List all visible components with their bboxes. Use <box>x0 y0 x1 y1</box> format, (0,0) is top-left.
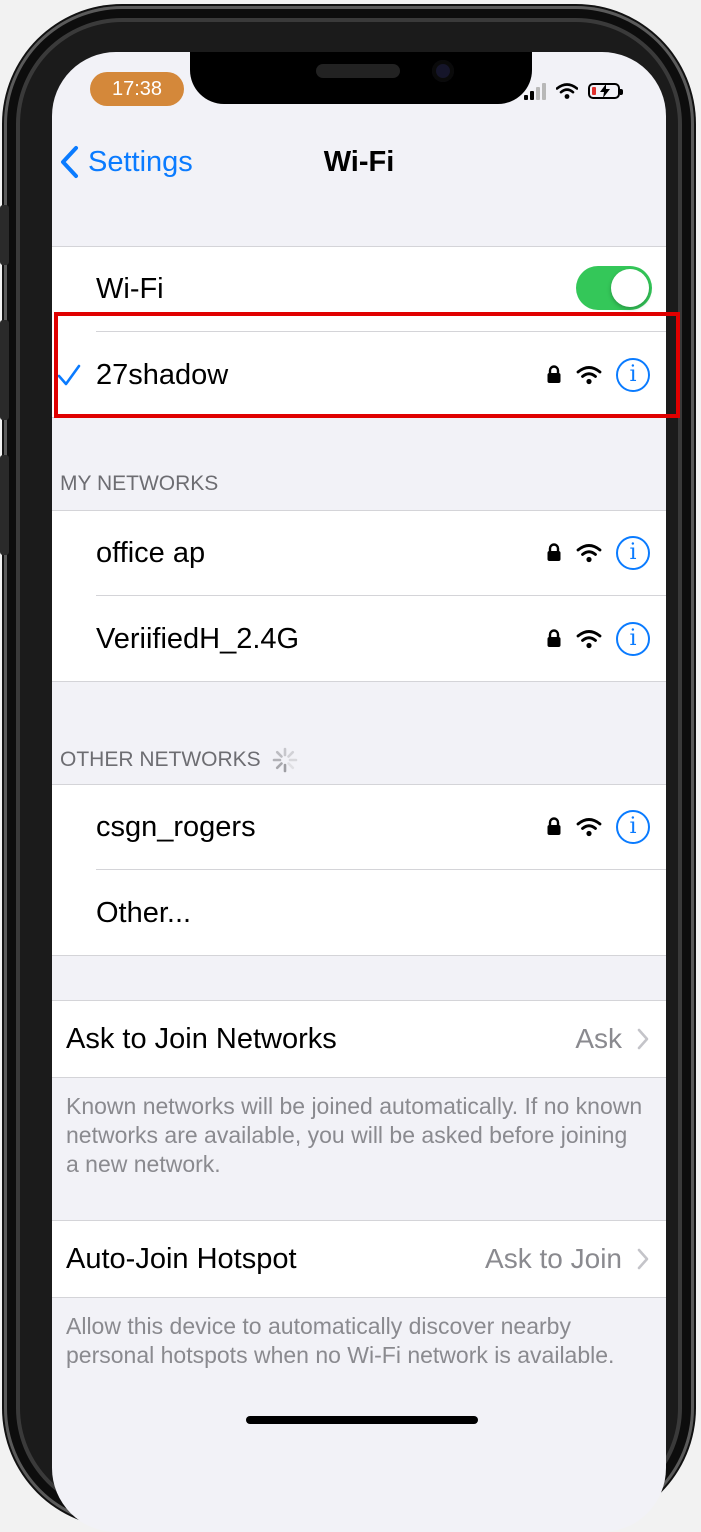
other-networks-section: csgn_rogers i Other... <box>52 784 666 956</box>
navigation-bar: Settings Wi-Fi <box>52 140 666 184</box>
wifi-icon <box>576 818 602 837</box>
info-icon[interactable]: i <box>616 536 650 570</box>
network-icons: i <box>546 784 650 870</box>
mute-switch <box>0 205 9 265</box>
highlight-box <box>54 312 680 418</box>
chevron-right-icon <box>637 1248 649 1270</box>
other-network-row[interactable]: Other... <box>52 870 666 956</box>
wifi-icon <box>576 544 602 563</box>
network-name: VeriifiedH_2.4G <box>96 622 300 655</box>
network-name: csgn_rogers <box>96 810 256 843</box>
status-time: 17:38 <box>90 72 184 106</box>
lock-icon <box>547 817 561 835</box>
my-networks-section: office ap i VeriifiedH_2.4G i <box>52 510 666 682</box>
network-name: office ap <box>96 536 206 569</box>
auto-join-hotspot-footer: Allow this device to automatically disco… <box>66 1313 615 1368</box>
other-networks-header: OTHER NETWORKS <box>60 746 299 774</box>
info-icon[interactable]: i <box>616 810 650 844</box>
wifi-label: Wi-Fi <box>96 272 164 305</box>
screen: 17:38 Settings Wi-Fi Wi-Fi 27shadow i MY… <box>52 52 666 1532</box>
auto-join-hotspot-value: Ask to Join <box>485 1243 622 1274</box>
lock-icon <box>547 629 561 647</box>
status-icons <box>524 78 623 104</box>
volume-down-button <box>0 455 9 555</box>
other-network-label: Other... <box>96 896 192 929</box>
network-row[interactable]: office ap i <box>52 510 666 596</box>
page-title: Wi-Fi <box>323 146 395 178</box>
auto-join-hotspot-label: Auto-Join Hotspot <box>66 1242 297 1275</box>
ask-to-join-row[interactable]: Ask to Join Networks Ask <box>52 1000 666 1078</box>
loading-spinner-icon <box>272 747 297 773</box>
wifi-toggle[interactable] <box>576 266 652 310</box>
ask-to-join-label: Ask to Join Networks <box>66 1022 337 1055</box>
info-icon[interactable]: i <box>616 622 650 656</box>
auto-join-hotspot-section: Auto-Join Hotspot Ask to Join <box>52 1220 666 1298</box>
auto-join-hotspot-row[interactable]: Auto-Join Hotspot Ask to Join <box>52 1220 666 1298</box>
charging-bolt-icon <box>600 84 610 98</box>
wifi-icon <box>556 83 578 99</box>
speaker <box>316 64 400 78</box>
wifi-icon <box>576 630 602 649</box>
volume-up-button <box>0 320 9 420</box>
my-networks-header: MY NETWORKS <box>60 472 219 495</box>
other-networks-label: OTHER NETWORKS <box>60 748 261 771</box>
network-row[interactable]: csgn_rogers i <box>52 784 666 870</box>
front-camera <box>432 60 454 82</box>
ask-to-join-footer: Known networks will be joined automatica… <box>66 1093 643 1177</box>
battery-icon <box>588 83 623 99</box>
ask-to-join-value: Ask <box>575 1023 622 1054</box>
lock-icon <box>547 543 561 561</box>
ask-to-join-section: Ask to Join Networks Ask <box>52 1000 666 1078</box>
home-indicator[interactable] <box>246 1416 478 1424</box>
chevron-right-icon <box>637 1028 649 1050</box>
network-icons: i <box>546 510 650 596</box>
network-row[interactable]: VeriifiedH_2.4G i <box>52 596 666 682</box>
network-icons: i <box>546 596 650 682</box>
notch <box>190 52 532 104</box>
